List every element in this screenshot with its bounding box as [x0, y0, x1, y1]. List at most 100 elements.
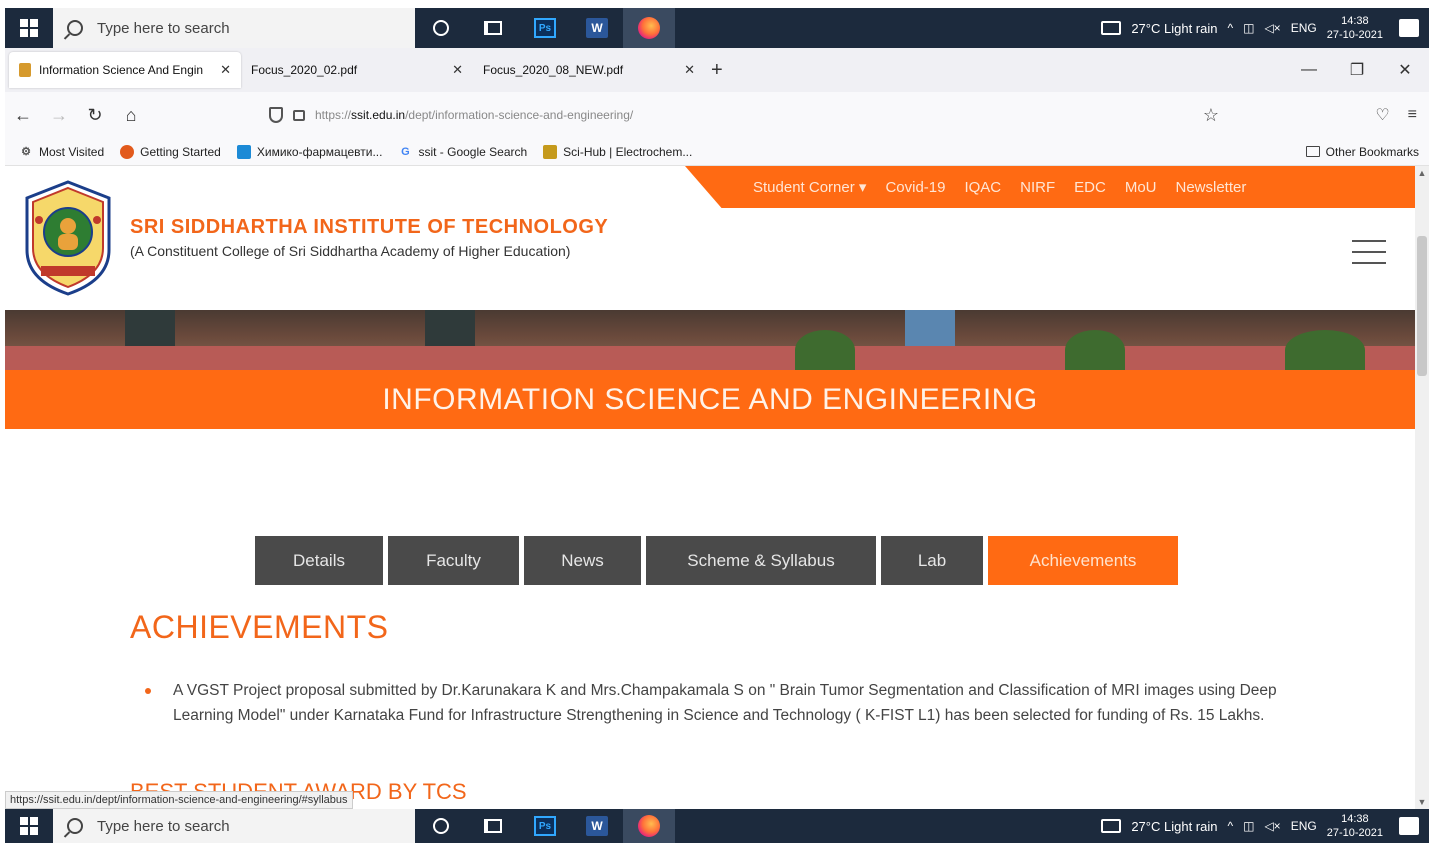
tab-achievements[interactable]: Achievements — [988, 536, 1178, 585]
scroll-down-icon[interactable]: ▼ — [1415, 797, 1429, 807]
cortana-icon — [433, 20, 449, 36]
journal-icon — [236, 144, 251, 159]
notification-icon[interactable] — [1399, 817, 1419, 835]
bookmark-item[interactable]: Sci-Hub | Electrochem... — [543, 144, 693, 159]
network-icon[interactable]: ◫ — [1243, 21, 1254, 35]
close-window-icon[interactable]: ✕ — [1381, 60, 1429, 80]
back-icon[interactable]: ← — [5, 105, 41, 126]
taskview-button[interactable] — [467, 8, 519, 48]
scrollbar-thumb[interactable] — [1417, 236, 1427, 376]
bookmark-star-icon[interactable]: ☆ — [1203, 105, 1219, 126]
page-scrollbar[interactable]: ▲ ▼ — [1415, 166, 1429, 809]
new-tab-icon[interactable]: + — [711, 59, 723, 82]
weather-icon[interactable] — [1101, 819, 1122, 833]
bookmark-label: Sci-Hub | Electrochem... — [563, 144, 693, 159]
tab-title: Focus_2020_08_NEW.pdf — [483, 63, 624, 77]
nav-nirf[interactable]: NIRF — [1020, 179, 1055, 196]
bullet-icon — [145, 688, 151, 694]
close-tab-icon[interactable]: ✕ — [220, 62, 231, 78]
bookmark-item[interactable]: Химико-фармацевти... — [236, 144, 382, 159]
start-button[interactable] — [5, 809, 53, 843]
nav-mou[interactable]: MoU — [1125, 179, 1157, 196]
tab-scheme-syllabus[interactable]: Scheme & Syllabus — [646, 536, 876, 585]
restore-icon[interactable]: ❐ — [1333, 60, 1381, 80]
firefox-icon — [120, 144, 135, 159]
weather-icon[interactable] — [1101, 21, 1122, 35]
hamburger-menu-icon[interactable] — [1352, 240, 1386, 264]
department-tabs: Details Faculty News Scheme & Syllabus L… — [255, 536, 1183, 585]
browser-tab-active[interactable]: Information Science And Engin ✕ — [9, 52, 241, 88]
bookmark-label: Getting Started — [140, 144, 221, 159]
windows-icon — [20, 817, 38, 835]
reload-icon[interactable]: ↻ — [77, 105, 113, 126]
clock[interactable]: 14:38 27-10-2021 — [1327, 14, 1383, 42]
minimize-icon[interactable]: — — [1285, 61, 1333, 79]
word-button[interactable]: W — [571, 8, 623, 48]
tab-title: Focus_2020_02.pdf — [251, 63, 358, 77]
close-tab-icon[interactable]: ✕ — [684, 62, 695, 78]
link-status-bar: https://ssit.edu.in/dept/information-sci… — [5, 791, 353, 809]
volume-icon[interactable]: ◁× — [1264, 21, 1280, 35]
weather-text[interactable]: 27°C Light rain — [1131, 21, 1217, 36]
cortana-icon — [433, 818, 449, 834]
scroll-up-icon[interactable]: ▲ — [1415, 168, 1429, 178]
tracking-shield-icon[interactable] — [269, 107, 283, 123]
scihub-icon — [543, 144, 558, 159]
browser-tabbar: Information Science And Engin ✕ Focus_20… — [5, 48, 1429, 92]
photoshop-button[interactable]: Ps — [519, 8, 571, 48]
photoshop-icon: Ps — [534, 816, 556, 836]
browser-tab[interactable]: Focus_2020_08_NEW.pdf ✕ — [473, 52, 705, 88]
taskbar-top: Type here to search Ps W 27°C Light rain… — [5, 8, 1429, 48]
close-tab-icon[interactable]: ✕ — [452, 62, 463, 78]
language-indicator[interactable]: ENG — [1291, 21, 1317, 35]
chevron-up-icon[interactable]: ^ — [1227, 819, 1233, 833]
network-icon[interactable]: ◫ — [1243, 819, 1254, 833]
chevron-up-icon[interactable]: ^ — [1227, 21, 1233, 35]
taskbar-bottom: Type here to search Ps W 27°C Light rain… — [5, 809, 1429, 843]
nav-iqac[interactable]: IQAC — [964, 179, 1001, 196]
pocket-icon[interactable]: ♡ — [1375, 105, 1389, 125]
web-page: Student Corner ▾ Covid-19 IQAC NIRF EDC … — [5, 166, 1415, 809]
cortana-button[interactable] — [415, 809, 467, 843]
notification-icon[interactable] — [1399, 19, 1419, 37]
institute-logo[interactable] — [21, 180, 115, 296]
lock-icon[interactable] — [293, 109, 305, 121]
tab-details[interactable]: Details — [255, 536, 383, 585]
browser-tab[interactable]: Focus_2020_02.pdf ✕ — [241, 52, 473, 88]
taskbar-search-box[interactable]: Type here to search — [53, 809, 415, 843]
firefox-taskbar-button[interactable] — [623, 809, 675, 843]
bookmark-label: ssit - Google Search — [418, 144, 528, 159]
start-button[interactable] — [5, 8, 53, 48]
home-icon[interactable]: ⌂ — [113, 105, 149, 126]
bookmark-item[interactable]: G ssit - Google Search — [398, 145, 527, 159]
clock-date: 27-10-2021 — [1326, 827, 1383, 839]
bookmark-item[interactable]: Getting Started — [120, 144, 221, 159]
language-indicator[interactable]: ENG — [1291, 819, 1317, 833]
tab-faculty[interactable]: Faculty — [388, 536, 519, 585]
taskbar-search-placeholder: Type here to search — [97, 19, 230, 37]
bookmark-label: Most Visited — [39, 144, 105, 159]
tab-news[interactable]: News — [524, 536, 641, 585]
bookmark-item[interactable]: ⚙ Most Visited — [19, 145, 104, 159]
volume-icon[interactable]: ◁× — [1264, 819, 1280, 833]
address-bar[interactable]: https://ssit.edu.in/dept/information-sci… — [269, 98, 1219, 132]
photoshop-button[interactable]: Ps — [519, 809, 571, 843]
firefox-taskbar-button[interactable] — [623, 8, 675, 48]
other-bookmarks[interactable]: Other Bookmarks — [1305, 145, 1419, 159]
cortana-button[interactable] — [415, 8, 467, 48]
nav-edc[interactable]: EDC — [1074, 179, 1106, 196]
nav-newsletter[interactable]: Newsletter — [1176, 179, 1247, 196]
nav-student-corner[interactable]: Student Corner ▾ — [753, 178, 866, 196]
photoshop-icon: Ps — [534, 18, 556, 38]
forward-icon[interactable]: → — [41, 105, 77, 126]
taskview-button[interactable] — [467, 809, 519, 843]
weather-text[interactable]: 27°C Light rain — [1131, 819, 1217, 834]
nav-covid[interactable]: Covid-19 — [885, 179, 945, 196]
gear-icon: ⚙ — [21, 146, 31, 158]
clock[interactable]: 14:38 27-10-2021 — [1327, 812, 1383, 840]
clock-date: 27-10-2021 — [1326, 29, 1383, 41]
menu-icon[interactable]: ≡ — [1408, 106, 1417, 124]
tab-lab[interactable]: Lab — [881, 536, 983, 585]
word-button[interactable]: W — [571, 809, 623, 843]
taskbar-search-box[interactable]: Type here to search — [53, 8, 415, 48]
